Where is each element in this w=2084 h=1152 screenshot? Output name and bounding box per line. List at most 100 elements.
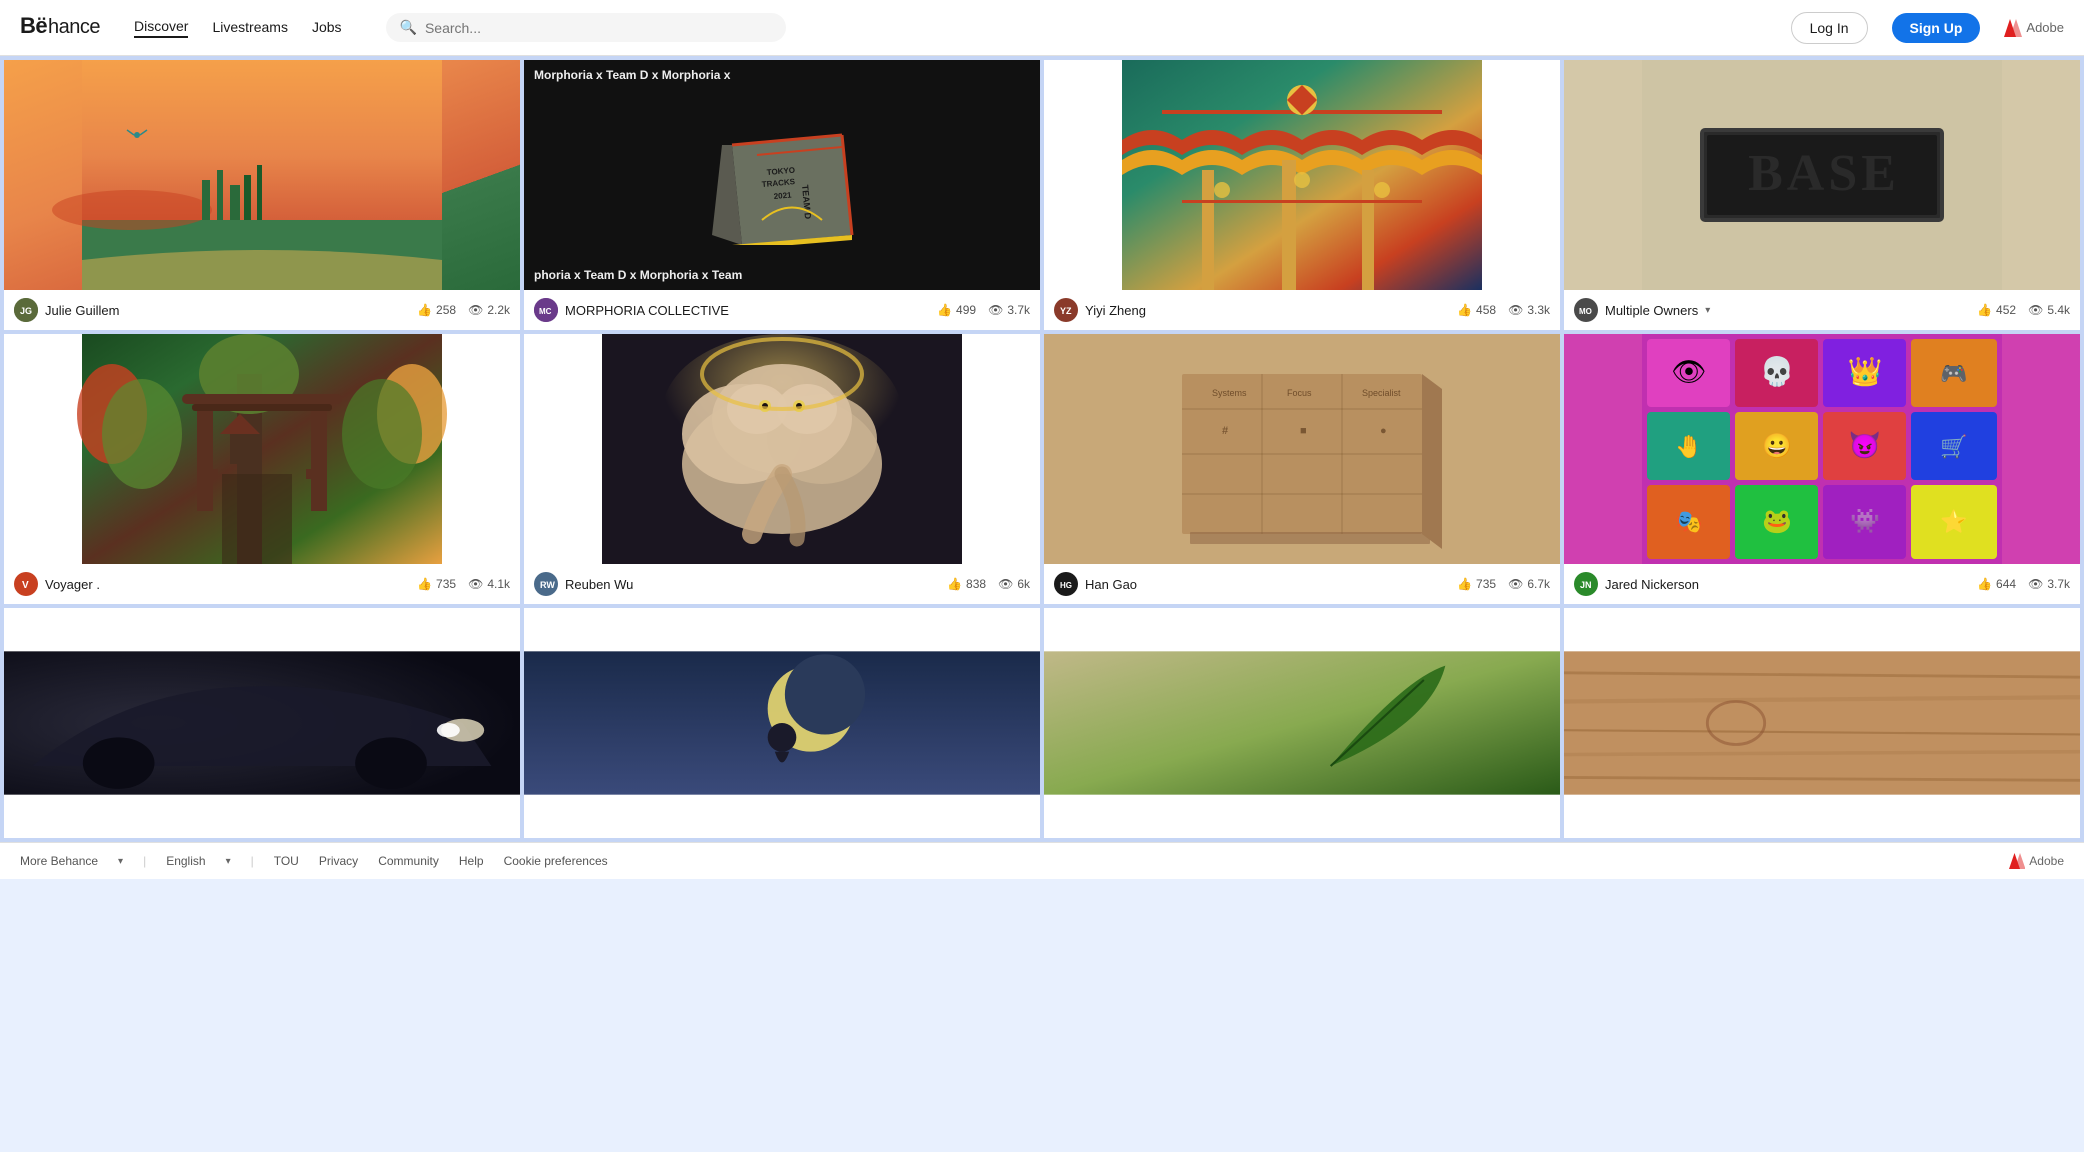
stats: 👍 735 👁 6.7k bbox=[1457, 577, 1550, 591]
author-name: Julie Guillem bbox=[45, 303, 119, 318]
footer-sep-2: | bbox=[251, 854, 254, 868]
more-behance-link[interactable]: More Behance bbox=[20, 854, 98, 868]
gallery-item[interactable] bbox=[1044, 608, 1560, 838]
card-image: 👁 💀 👑 🎮 🤚 😀 😈 🛒 🎭 🐸 👾 ⭐ bbox=[1564, 334, 2080, 564]
card-image bbox=[1044, 608, 1560, 838]
likes: 👍 735 bbox=[417, 577, 456, 591]
views: 👁 2.2k bbox=[468, 303, 510, 317]
search-input[interactable] bbox=[425, 20, 772, 36]
card-image bbox=[1044, 60, 1560, 290]
community-link[interactable]: Community bbox=[378, 854, 439, 868]
gallery-item[interactable]: V Voyager . 👍 735 👁 4.1k bbox=[4, 334, 520, 604]
svg-text:MO: MO bbox=[1579, 307, 1592, 316]
nav-livestreams[interactable]: Livestreams bbox=[212, 19, 287, 37]
svg-text:●: ● bbox=[1380, 425, 1387, 437]
login-button[interactable]: Log In bbox=[1791, 12, 1868, 44]
gallery-item[interactable]: YZ Yiyi Zheng 👍 458 👁 3.3k bbox=[1044, 60, 1560, 330]
svg-text:😀: 😀 bbox=[1762, 433, 1792, 460]
nav-discover[interactable]: Discover bbox=[134, 18, 188, 38]
header: Bë hance Discover Livestreams Jobs 🔍 Log… bbox=[0, 0, 2084, 56]
language-dropdown[interactable]: ▾ bbox=[226, 856, 231, 867]
svg-text:Specialist: Specialist bbox=[1362, 388, 1401, 398]
svg-text:V: V bbox=[22, 580, 29, 591]
author-name: Han Gao bbox=[1085, 577, 1137, 592]
cookie-link[interactable]: Cookie preferences bbox=[504, 854, 608, 868]
views: 👁 3.7k bbox=[988, 303, 1030, 317]
card-title-top: Morphoria x Team D x Morphoria x bbox=[524, 68, 1040, 82]
privacy-link[interactable]: Privacy bbox=[319, 854, 358, 868]
help-link[interactable]: Help bbox=[459, 854, 484, 868]
gallery-item[interactable]: JG Julie Guillem 👍 258 👁 2.2k bbox=[4, 60, 520, 330]
gallery-item[interactable]: BASE BASE MO Multiple Owners ▾ 👍 452 👁 5… bbox=[1564, 60, 2080, 330]
svg-text:YZ: YZ bbox=[1060, 306, 1072, 316]
svg-text:👾: 👾 bbox=[1850, 508, 1880, 535]
card-image bbox=[524, 608, 1040, 838]
dropdown-arrow[interactable]: ▾ bbox=[1705, 305, 1710, 316]
svg-text:Bë: Bë bbox=[20, 13, 47, 38]
author-avatar: HG bbox=[1054, 572, 1078, 596]
card-caption: JG Julie Guillem 👍 258 👁 2.2k bbox=[4, 290, 520, 330]
card-caption: RW Reuben Wu 👍 838 👁 6k bbox=[524, 564, 1040, 604]
gallery-item[interactable]: RW Reuben Wu 👍 838 👁 6k bbox=[524, 334, 1040, 604]
gallery-item[interactable]: 👁 💀 👑 🎮 🤚 😀 😈 🛒 🎭 🐸 👾 ⭐ JN Jared Nickers… bbox=[1564, 334, 2080, 604]
stats: 👍 458 👁 3.3k bbox=[1457, 303, 1550, 317]
svg-text:#: # bbox=[1222, 425, 1228, 437]
author-info: MO Multiple Owners ▾ bbox=[1574, 298, 1710, 322]
signup-button[interactable]: Sign Up bbox=[1892, 13, 1981, 43]
svg-text:💀: 💀 bbox=[1760, 355, 1795, 388]
author-info: RW Reuben Wu bbox=[534, 572, 633, 596]
stats: 👍 644 👁 3.7k bbox=[1977, 577, 2070, 591]
author-avatar: MC bbox=[534, 298, 558, 322]
footer: More Behance ▾ | English ▾ | TOU Privacy… bbox=[0, 842, 2084, 879]
svg-text:🐸: 🐸 bbox=[1762, 508, 1792, 535]
author-info: HG Han Gao bbox=[1054, 572, 1137, 596]
svg-text:Focus: Focus bbox=[1287, 388, 1312, 398]
views: 👁 3.7k bbox=[2028, 577, 2070, 591]
author-avatar: JG bbox=[14, 298, 38, 322]
gallery-item[interactable]: Morphoria x Team D x Morphoria x TOKYO T… bbox=[524, 60, 1040, 330]
language-link[interactable]: English bbox=[166, 854, 205, 868]
views: 👁 6k bbox=[998, 577, 1030, 591]
main-nav: Discover Livestreams Jobs bbox=[134, 18, 342, 38]
svg-text:🎭: 🎭 bbox=[1675, 509, 1702, 534]
author-info: YZ Yiyi Zheng bbox=[1054, 298, 1146, 322]
author-info: JG Julie Guillem bbox=[14, 298, 119, 322]
card-caption: MC MORPHORIA COLLECTIVE 👍 499 👁 3.7k bbox=[524, 290, 1040, 330]
svg-text:Systems: Systems bbox=[1212, 388, 1247, 398]
likes: 👍 258 bbox=[417, 303, 456, 317]
gallery-item[interactable] bbox=[524, 608, 1040, 838]
card-image bbox=[4, 608, 520, 838]
author-avatar: MO bbox=[1574, 298, 1598, 322]
nav-jobs[interactable]: Jobs bbox=[312, 19, 342, 37]
gallery-item[interactable] bbox=[4, 608, 520, 838]
behance-logo[interactable]: Bë hance bbox=[20, 11, 110, 45]
more-behance-dropdown[interactable]: ▾ bbox=[118, 856, 123, 867]
tou-link[interactable]: TOU bbox=[274, 854, 299, 868]
svg-text:HG: HG bbox=[1060, 581, 1072, 590]
search-bar[interactable]: 🔍 bbox=[386, 13, 786, 42]
adobe-label: Adobe bbox=[2026, 20, 2064, 35]
author-info: V Voyager . bbox=[14, 572, 100, 596]
author-avatar: RW bbox=[534, 572, 558, 596]
card-caption: MO Multiple Owners ▾ 👍 452 👁 5.4k bbox=[1564, 290, 2080, 330]
svg-text:JN: JN bbox=[1580, 580, 1592, 590]
card-image bbox=[524, 334, 1040, 564]
stats: 👍 258 👁 2.2k bbox=[417, 303, 510, 317]
gallery-item[interactable] bbox=[1564, 608, 2080, 838]
svg-text:👁: 👁 bbox=[1671, 356, 1707, 387]
author-avatar: V bbox=[14, 572, 38, 596]
card-caption: V Voyager . 👍 735 👁 4.1k bbox=[4, 564, 520, 604]
likes: 👍 452 bbox=[1977, 303, 2016, 317]
svg-text:2021: 2021 bbox=[773, 190, 792, 201]
svg-text:■: ■ bbox=[1300, 425, 1307, 437]
adobe-footer-label: Adobe bbox=[2029, 854, 2064, 868]
footer-sep-1: | bbox=[143, 854, 146, 868]
svg-text:RW: RW bbox=[540, 580, 555, 590]
views: 👁 4.1k bbox=[468, 577, 510, 591]
likes: 👍 644 bbox=[1977, 577, 2016, 591]
views: 👁 6.7k bbox=[1508, 577, 1550, 591]
card-image bbox=[1564, 608, 2080, 838]
gallery-item[interactable]: Systems Focus Specialist # ■ ● HG Han Ga… bbox=[1044, 334, 1560, 604]
author-info: MC MORPHORIA COLLECTIVE bbox=[534, 298, 729, 322]
likes: 👍 735 bbox=[1457, 577, 1496, 591]
